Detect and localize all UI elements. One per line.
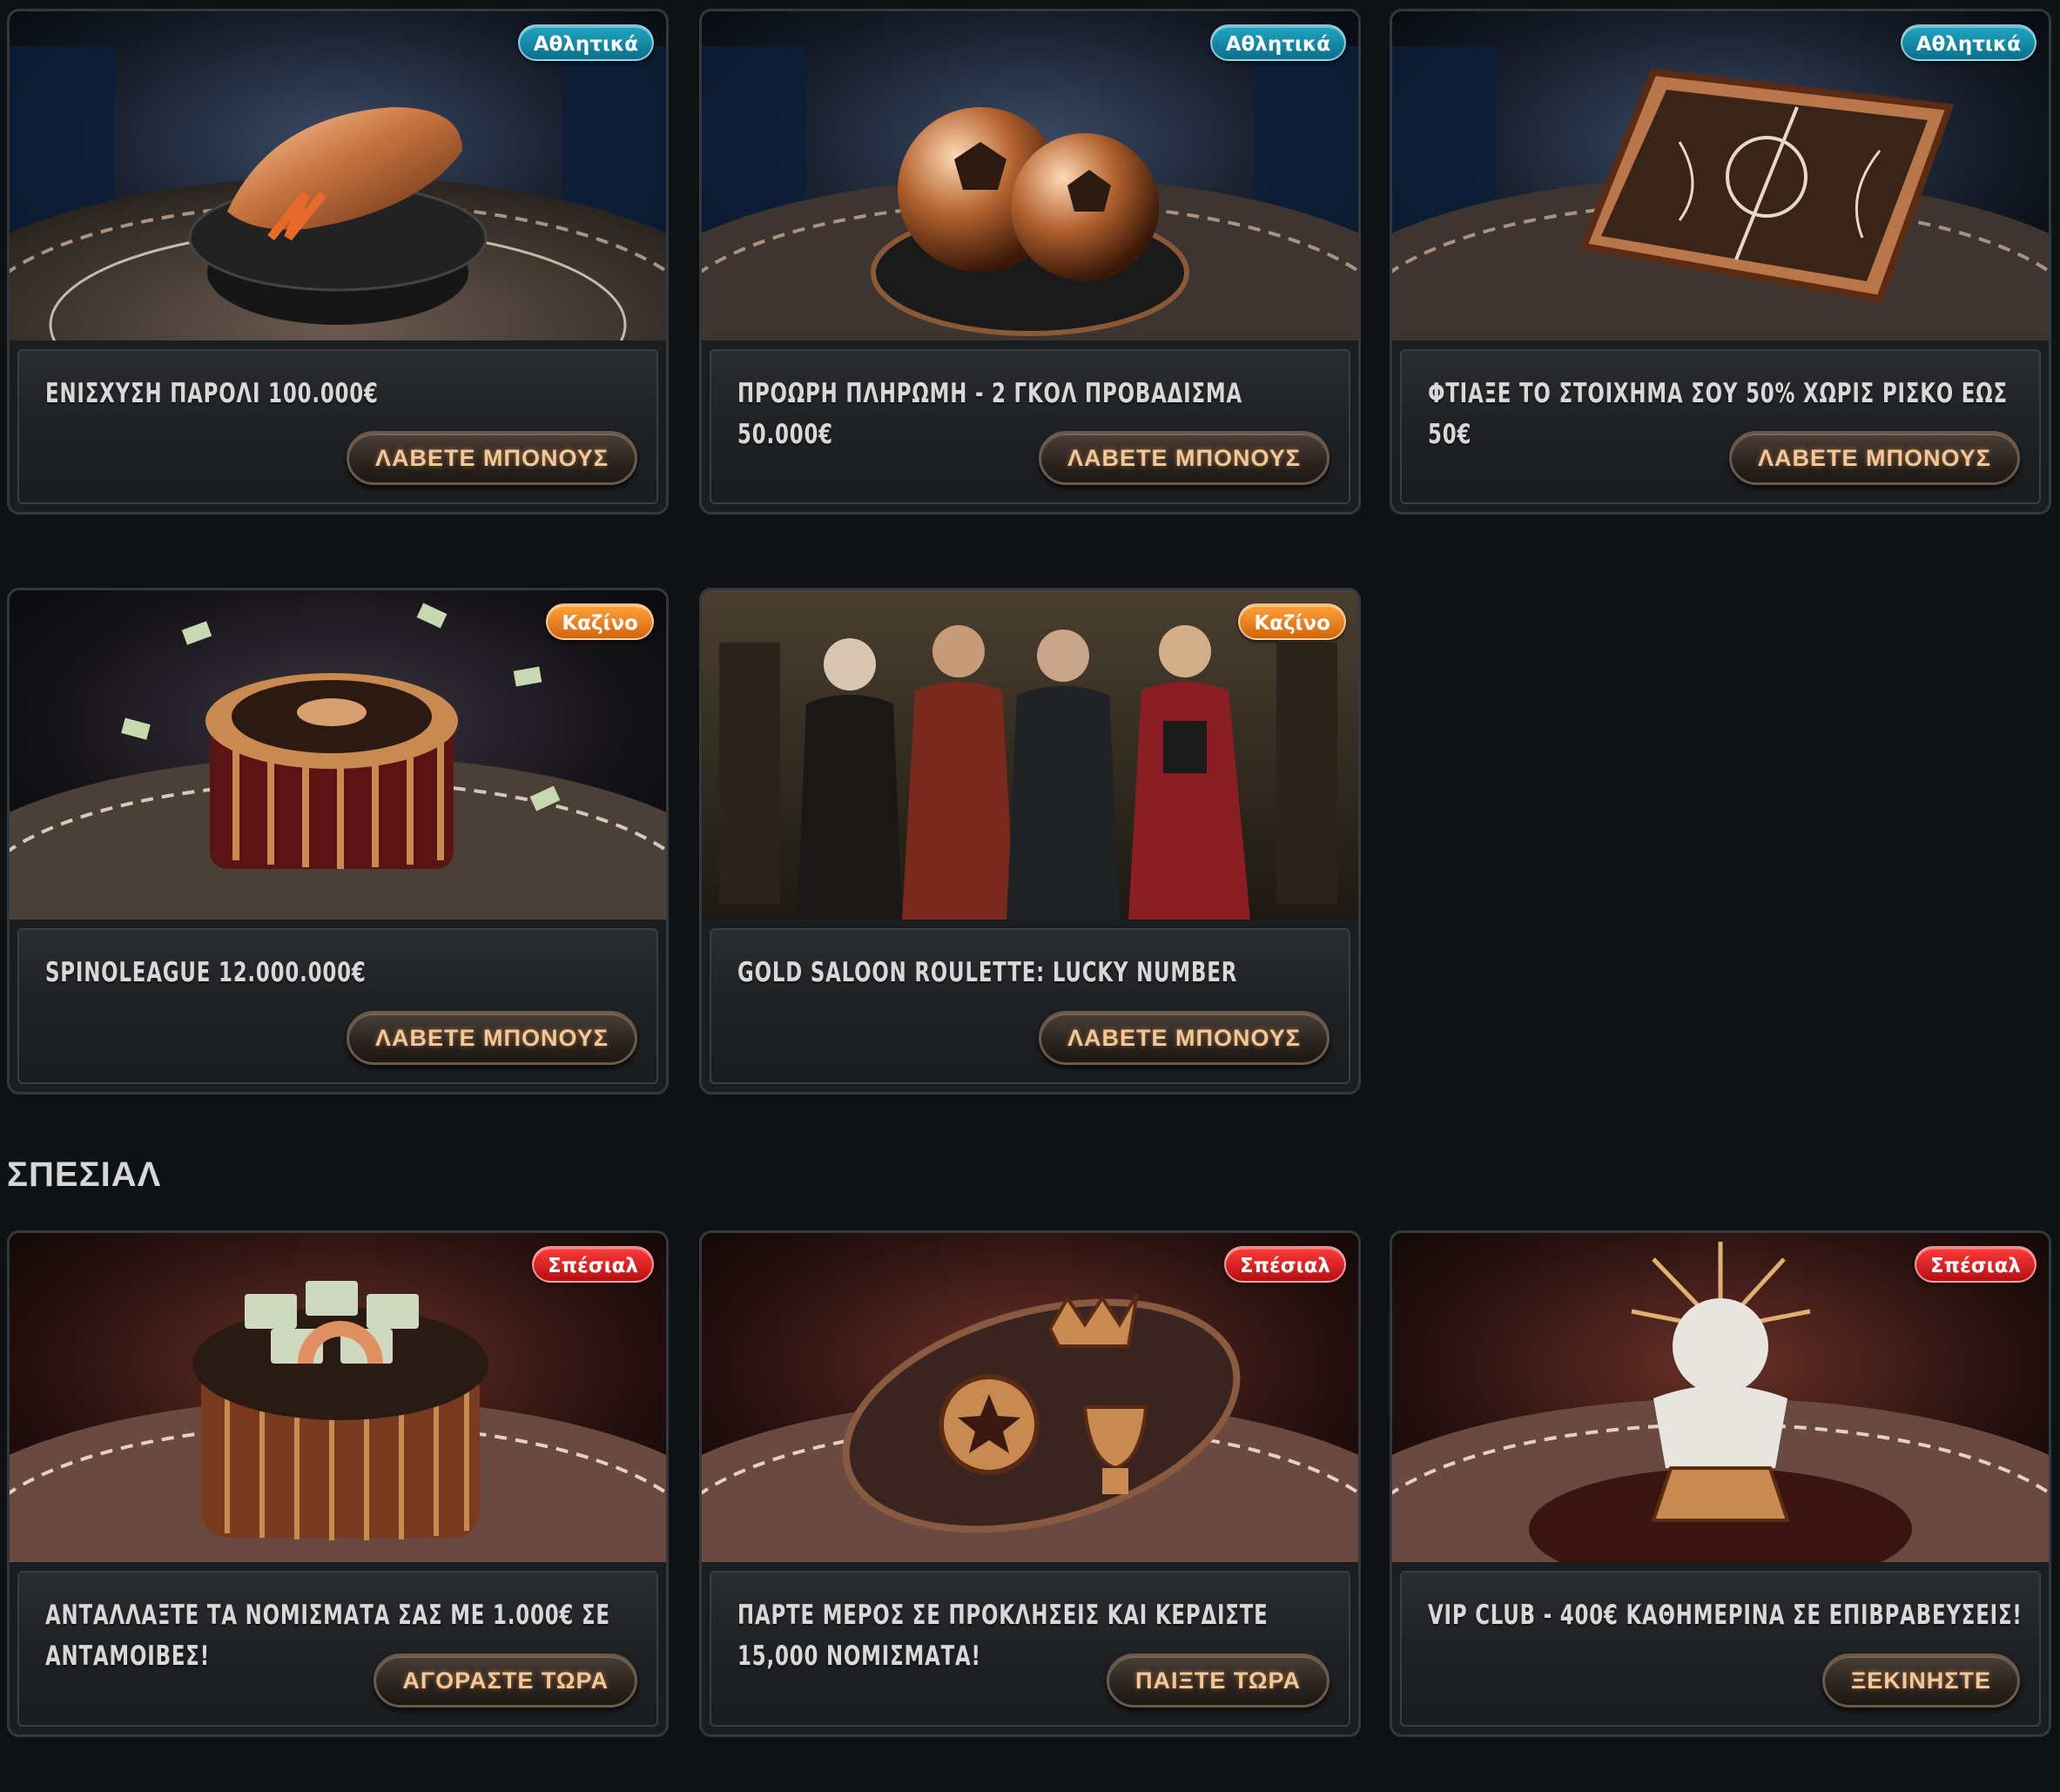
card-info-panel: GOLD SALOON ROULETTE: LUCKY NUMBER ΛΑΒΕΤ… (710, 928, 1350, 1084)
buy-now-button[interactable]: ΑΓΟΡΑΣΤΕ ΤΩΡΑ (374, 1654, 637, 1708)
section-title: ΣΠΕΣΙΑΛ (7, 1155, 162, 1194)
promo-card[interactable]: Σπέσιαλ VIP CLUB - 400€ ΚΑΘΗΜΕΡΙΝΑ ΣΕ ΕΠ… (1390, 1230, 2051, 1737)
promo-title: SPINOLEAGUE 12.000.000€ (45, 957, 367, 988)
card-info-panel: ΦΤΙΑΞΕ ΤΟ ΣΤΟΙΧΗΜΑ ΣΟΥ 50% ΧΩΡΙΣ ΡΙΣΚΟ Ε… (1400, 349, 2041, 504)
category-badge: Αθλητικά (1209, 24, 1346, 61)
card-info-panel: SPINOLEAGUE 12.000.000€ ΛΑΒΕΤΕ ΜΠΟΝΟΥΣ (17, 928, 658, 1084)
category-badge: Αθλητικά (517, 24, 654, 61)
promo-card[interactable]: Σπέσιαλ ΠΑΡΤΕ ΜΕΡΟΣ ΣΕ ΠΡΟΚΛΗΣΕΙΣ ΚΑΙ ΚΕ… (699, 1230, 1361, 1737)
promo-title: GOLD SALOON ROULETTE: LUCKY NUMBER (737, 957, 1238, 988)
promo-card[interactable]: Αθλητικά ΠΡΟΩΡΗ ΠΛΗΡΩΜΗ - 2 ΓΚΟΛ ΠΡΟΒΑΔΙ… (699, 9, 1361, 515)
card-info-panel: ΠΑΡΤΕ ΜΕΡΟΣ ΣΕ ΠΡΟΚΛΗΣΕΙΣ ΚΑΙ ΚΕΡΔΙΣΤΕ 1… (710, 1571, 1350, 1727)
card-info-panel: ΕΝΙΣΧΥΣΗ ΠΑΡΟΛΙ 100.000€ ΛΑΒΕΤΕ ΜΠΟΝΟΥΣ (17, 349, 658, 504)
promo-title: VIP CLUB - 400€ ΚΑΘΗΜΕΡΙΝΑ ΣΕ ΕΠΙΒΡΑΒΕΥΣ… (1428, 1600, 2023, 1631)
card-info-panel: VIP CLUB - 400€ ΚΑΘΗΜΕΡΙΝΑ ΣΕ ΕΠΙΒΡΑΒΕΥΣ… (1400, 1571, 2041, 1727)
play-now-button[interactable]: ΠΑΙΞΤΕ ΤΩΡΑ (1106, 1654, 1330, 1708)
promo-title: ΕΝΙΣΧΥΣΗ ΠΑΡΟΛΙ 100.000€ (45, 378, 379, 409)
get-bonus-button[interactable]: ΛΑΒΕΤΕ ΜΠΟΝΟΥΣ (1039, 1011, 1330, 1065)
promo-card[interactable]: Καζίνο SPINOLEAGUE 12.000.000€ ΛΑΒΕΤΕ ΜΠ… (7, 588, 669, 1095)
promo-card[interactable]: Σπέσιαλ ΑΝΤΑΛΛΑΞΤΕ ΤΑ ΝΟΜΙΣΜΑΤΑ ΣΑΣ ΜΕ 1… (7, 1230, 669, 1737)
category-badge: Καζίνο (1238, 603, 1346, 640)
start-button[interactable]: ΞΕΚΙΝΗΣΤΕ (1821, 1654, 2020, 1708)
promo-card[interactable]: Αθλητικά ΦΤΙΑΞΕ ΤΟ ΣΤΟΙΧΗΜΑ ΣΟΥ 50% ΧΩΡΙ… (1390, 9, 2051, 515)
get-bonus-button[interactable]: ΛΑΒΕΤΕ ΜΠΟΝΟΥΣ (347, 1011, 637, 1065)
card-info-panel: ΑΝΤΑΛΛΑΞΤΕ ΤΑ ΝΟΜΙΣΜΑΤΑ ΣΑΣ ΜΕ 1.000€ ΣΕ… (17, 1571, 658, 1727)
category-badge: Σπέσιαλ (532, 1246, 654, 1283)
get-bonus-button[interactable]: ΛΑΒΕΤΕ ΜΠΟΝΟΥΣ (1039, 431, 1330, 485)
category-badge: Σπέσιαλ (1915, 1246, 2036, 1283)
get-bonus-button[interactable]: ΛΑΒΕΤΕ ΜΠΟΝΟΥΣ (1729, 431, 2020, 485)
category-badge: Καζίνο (546, 603, 654, 640)
promo-card[interactable]: Καζίνο GOLD SALOON ROULETTE: LUCKY NUMBE… (699, 588, 1361, 1095)
get-bonus-button[interactable]: ΛΑΒΕΤΕ ΜΠΟΝΟΥΣ (347, 431, 637, 485)
category-badge: Σπέσιαλ (1224, 1246, 1346, 1283)
category-badge: Αθλητικά (1900, 24, 2036, 61)
promo-card[interactable]: Αθλητικά ΕΝΙΣΧΥΣΗ ΠΑΡΟΛΙ 100.000€ ΛΑΒΕΤΕ… (7, 9, 669, 515)
card-info-panel: ΠΡΟΩΡΗ ΠΛΗΡΩΜΗ - 2 ΓΚΟΛ ΠΡΟΒΑΔΙΣΜΑ 50.00… (710, 349, 1350, 504)
